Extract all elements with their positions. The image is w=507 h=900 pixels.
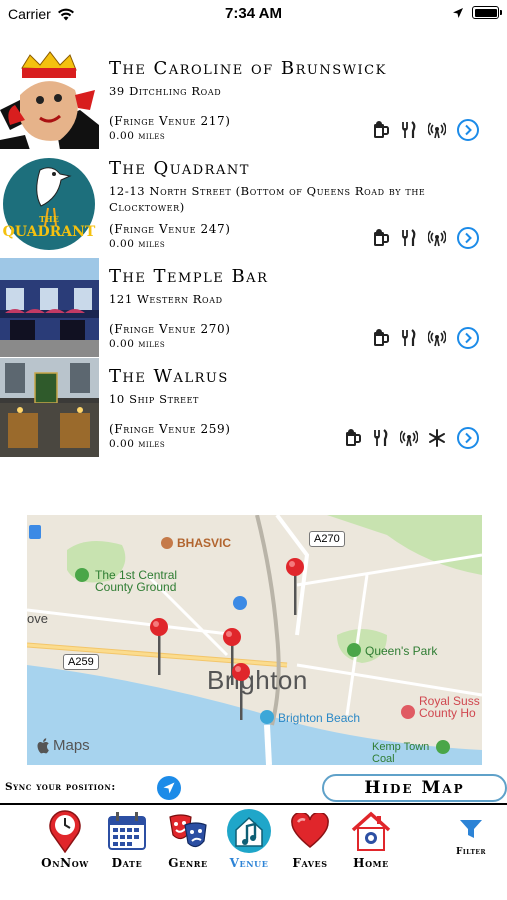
location-arrow-icon xyxy=(163,782,175,794)
venue-address: 121 Western Road xyxy=(109,292,223,306)
venue-detail-chevron-icon[interactable] xyxy=(457,427,479,449)
apple-logo-icon xyxy=(37,737,49,753)
map-pin-walrus[interactable] xyxy=(285,557,305,617)
amenity-icons xyxy=(371,227,447,249)
tab-label: OnNow xyxy=(41,856,89,870)
wifi-icon xyxy=(427,227,447,249)
venue-address: 39 Ditchling Road xyxy=(109,84,222,98)
venue-thumbnail xyxy=(0,358,99,457)
road-badge-a259: A259 xyxy=(63,654,99,670)
map-label-bhasvic: BHASVIC xyxy=(177,536,232,550)
beer-icon xyxy=(371,119,391,141)
clock-pin-icon xyxy=(49,810,81,853)
food-icon xyxy=(399,119,419,141)
map-background xyxy=(27,515,482,765)
venue-detail-chevron-icon[interactable] xyxy=(457,227,479,249)
tab-venue[interactable]: Venue xyxy=(214,808,284,870)
sync-location-button[interactable] xyxy=(157,776,181,800)
venue-row-quadrant[interactable]: THE QUADRANT The Quadrant 12-13 North St… xyxy=(0,150,507,258)
home-icon xyxy=(351,811,391,851)
venue-row-caroline[interactable]: The Caroline of Brunswick 39 Ditchling R… xyxy=(0,50,507,150)
venue-thumbnail xyxy=(0,50,99,149)
beer-icon xyxy=(343,427,363,449)
tab-onnow[interactable]: OnNow xyxy=(30,808,100,870)
venue-name: The Temple Bar xyxy=(109,266,269,287)
venue-row-walrus[interactable]: The Walrus 10 Ship Street (Fringe Venue … xyxy=(0,358,507,458)
svg-text:THE: THE xyxy=(39,214,59,224)
tab-label: Venue xyxy=(229,856,269,870)
map-label-royal-sussex: Royal Suss County Ho xyxy=(419,694,480,720)
venue-list: The Caroline of Brunswick 39 Ditchling R… xyxy=(0,50,507,458)
road-badge-a270: A270 xyxy=(309,531,345,547)
wifi-icon xyxy=(427,327,447,349)
venue-address: 12-13 North Street (Bottom of Queens Roa… xyxy=(109,184,426,214)
music-note-icon xyxy=(227,809,271,853)
apple-maps-logo: Maps xyxy=(37,737,90,754)
calendar-icon xyxy=(108,812,146,850)
tab-label: Genre xyxy=(168,856,208,870)
beer-icon xyxy=(371,227,391,249)
tab-label: Faves xyxy=(292,856,328,870)
battery-icon xyxy=(472,6,502,19)
map-label-kemp-town: Kemp Town Coal Enclosures xyxy=(372,741,430,765)
food-icon xyxy=(399,327,419,349)
venue-fringe-number: (Fringe Venue 270) xyxy=(109,322,231,336)
sync-position-label: Sync your position: xyxy=(5,781,116,793)
location-arrow-icon xyxy=(453,7,463,18)
venue-name: The Quadrant xyxy=(109,158,250,179)
venue-fringe-number: (Fringe Venue 247) xyxy=(109,222,231,236)
beer-icon xyxy=(371,327,391,349)
amenity-icons xyxy=(371,119,447,141)
venue-name: The Caroline of Brunswick xyxy=(109,58,387,79)
tab-label: Date xyxy=(111,856,143,870)
tab-home[interactable]: Home xyxy=(336,808,406,870)
venue-name: The Walrus xyxy=(109,366,229,387)
venue-distance: 0.00 miles xyxy=(109,130,166,142)
venue-address: 10 Ship Street xyxy=(109,392,199,406)
food-icon xyxy=(371,427,391,449)
status-time: 7:34 AM xyxy=(225,5,282,22)
filter-button[interactable]: Filter xyxy=(445,818,497,857)
map-pin-temple-bar[interactable] xyxy=(231,662,251,722)
venue-thumbnail xyxy=(0,258,99,357)
tab-bar: OnNow Date Genre Venue Faves Home xyxy=(0,806,507,900)
svg-text:QUADRANT: QUADRANT xyxy=(3,224,96,240)
tab-faves[interactable]: Faves xyxy=(275,808,345,870)
heart-icon xyxy=(291,813,329,848)
map-label-hove: ove xyxy=(27,611,48,626)
wifi-icon xyxy=(399,427,419,449)
venue-distance: 0.00 miles xyxy=(109,438,166,450)
venue-distance: 0.00 miles xyxy=(109,238,166,250)
amenity-icons xyxy=(371,327,447,349)
hide-map-button[interactable]: Hide Map xyxy=(322,774,507,802)
map-view[interactable]: BHASVIC The 1st Central County Ground ov… xyxy=(27,515,482,765)
status-bar: Carrier 7:34 AM xyxy=(0,0,507,30)
map-pin-caroline[interactable] xyxy=(149,617,169,677)
map-label-queens-park: Queen's Park xyxy=(365,644,438,658)
food-icon xyxy=(399,227,419,249)
theatre-masks-icon xyxy=(169,814,207,848)
venue-detail-chevron-icon[interactable] xyxy=(457,327,479,349)
map-label-brighton-beach: Brighton Beach xyxy=(278,711,361,725)
venue-thumbnail: THE QUADRANT xyxy=(0,150,99,257)
venue-detail-chevron-icon[interactable] xyxy=(457,119,479,141)
filter-funnel-icon xyxy=(460,820,482,838)
venue-row-temple-bar[interactable]: The Temple Bar 121 Western Road (Fringe … xyxy=(0,258,507,358)
venue-fringe-number: (Fringe Venue 217) xyxy=(109,114,231,128)
venue-distance: 0.00 miles xyxy=(109,338,166,350)
maps-brand-label: Maps xyxy=(53,737,90,754)
tab-date[interactable]: Date xyxy=(92,808,162,870)
tab-bar-divider xyxy=(0,803,507,805)
tab-genre[interactable]: Genre xyxy=(153,808,223,870)
map-label-cricket-ground: The 1st Central County Ground xyxy=(95,568,178,594)
filter-label: Filter xyxy=(456,847,486,857)
wifi-icon xyxy=(427,119,447,141)
snowflake-icon xyxy=(427,427,447,449)
status-right xyxy=(452,6,502,19)
venue-fringe-number: (Fringe Venue 259) xyxy=(109,422,231,436)
amenity-icons xyxy=(343,427,447,449)
tab-label: Home xyxy=(353,856,389,870)
